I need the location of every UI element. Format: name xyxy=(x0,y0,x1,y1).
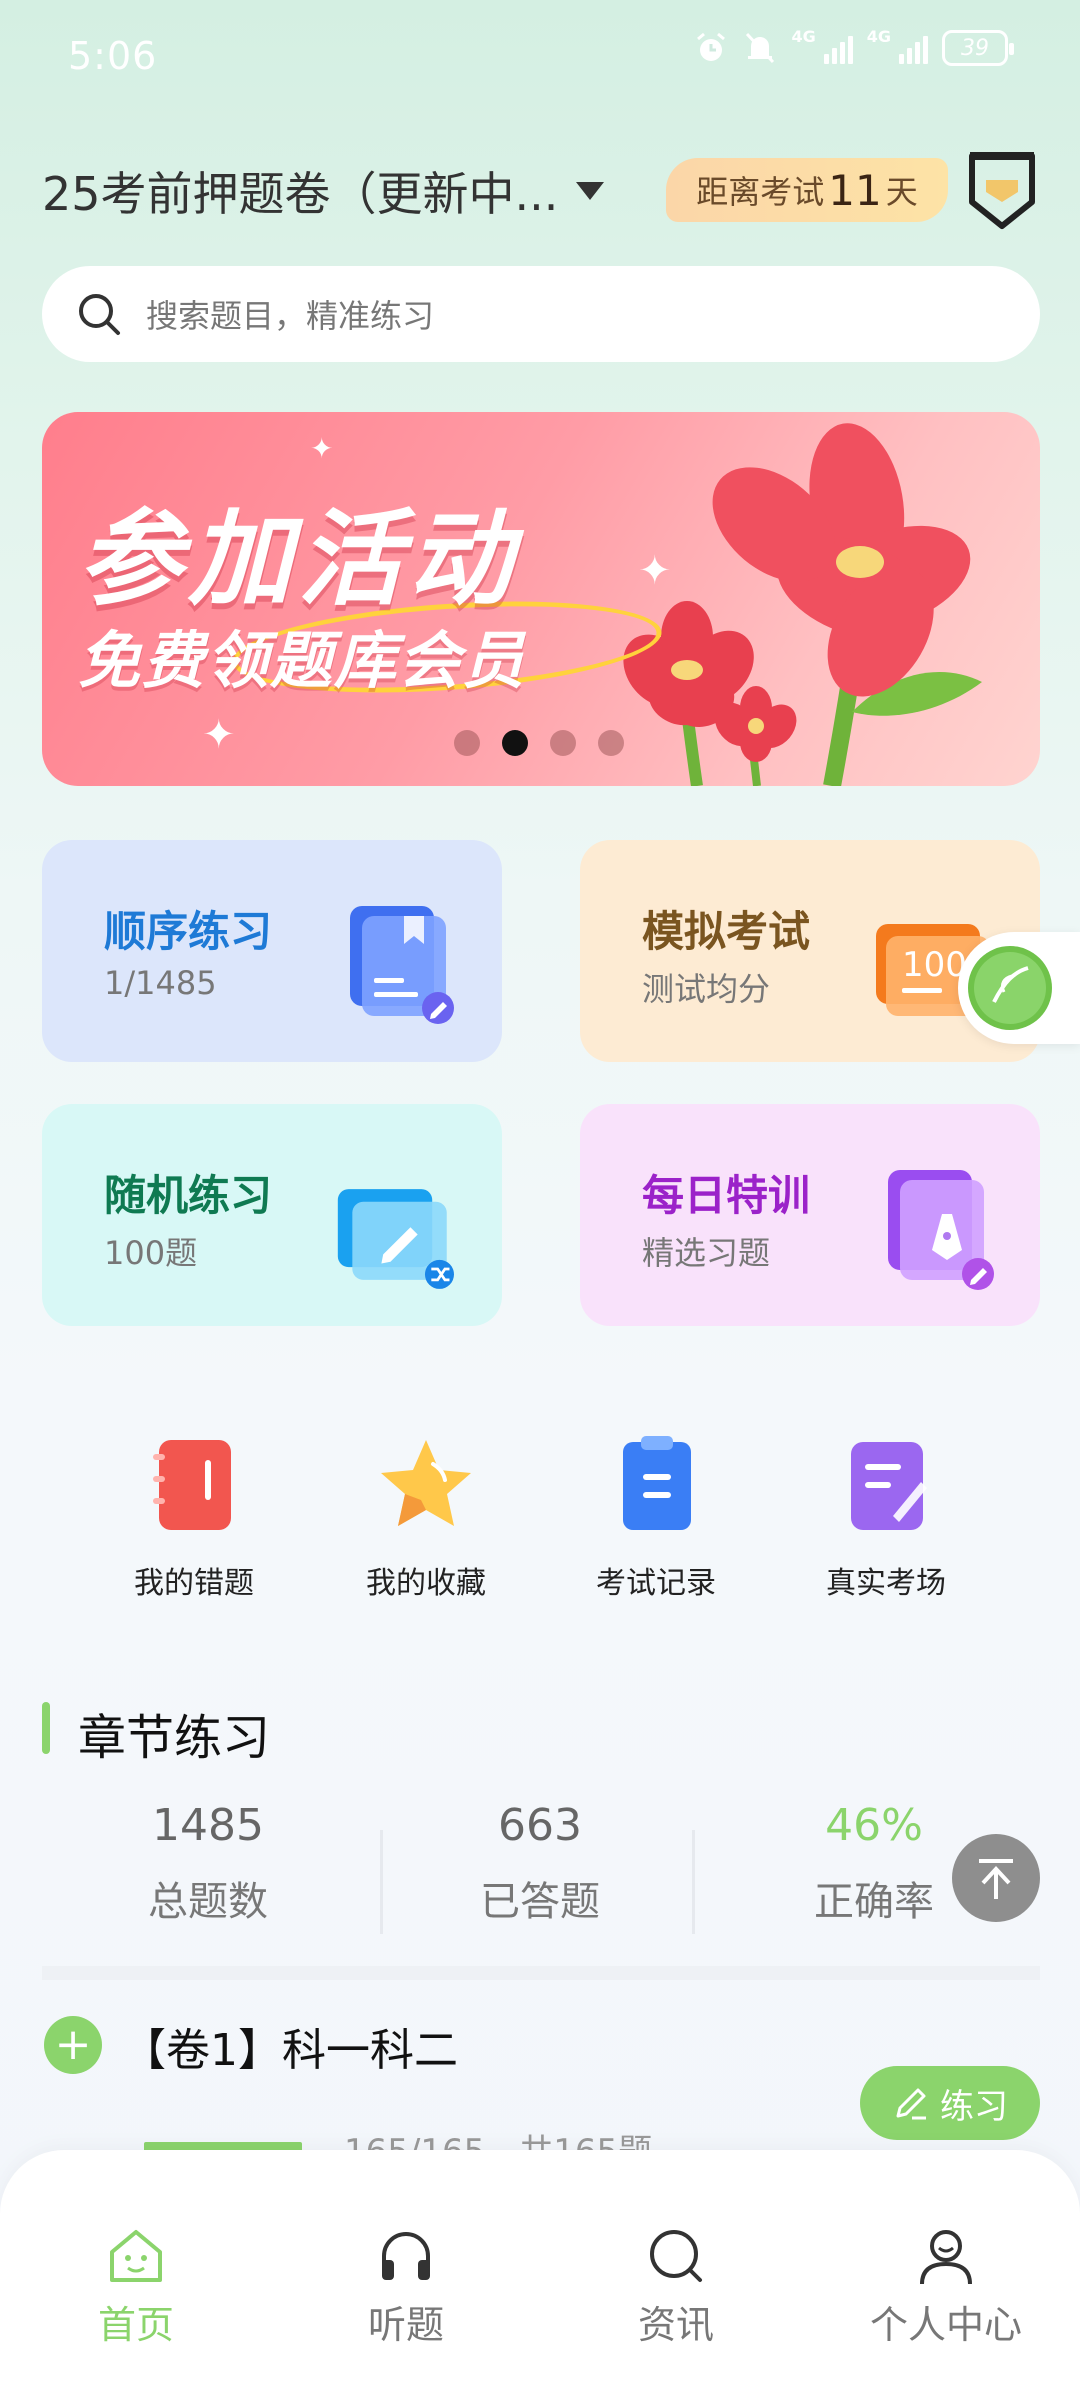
pen-document-icon xyxy=(888,1170,994,1290)
quick-action-label: 真实考场 xyxy=(826,1566,946,1601)
card-subtitle: 精选习题 xyxy=(642,1234,771,1272)
home-icon xyxy=(110,2230,162,2282)
section-divider xyxy=(42,1966,1040,1980)
promo-banner[interactable]: 参加活动 免费领题库会员 ✦ ✦ ✦ xyxy=(42,412,1040,786)
card-subtitle: 1/1485 xyxy=(104,964,217,1002)
sparkle-icon: ✦ xyxy=(310,432,334,465)
carousel-indicator[interactable] xyxy=(454,730,624,756)
leaf-avatar-icon xyxy=(968,946,1052,1030)
status-icons: 4G 4G 39 xyxy=(693,27,1014,66)
quick-action-label: 考试记录 xyxy=(596,1566,716,1601)
chapter-item-title[interactable]: 【卷1】科一科二 xyxy=(122,2014,458,2078)
alarm-icon xyxy=(697,32,726,61)
card-title: 每日特训 xyxy=(642,1171,811,1220)
card-subtitle: 100题 xyxy=(104,1234,198,1272)
real-exam-room-button[interactable]: 真实考场 xyxy=(786,1430,986,1602)
back-to-top-button[interactable] xyxy=(952,1834,1040,1922)
badge-shield-icon[interactable] xyxy=(966,150,1038,232)
stat-label: 总题数 xyxy=(148,1879,268,1925)
nav-home[interactable]: 首页 xyxy=(36,2226,236,2349)
exam-countdown-badge: 距离考试 11 天 xyxy=(666,158,948,222)
favorites-button[interactable]: 我的收藏 xyxy=(326,1430,526,1602)
nav-label: 个人中心 xyxy=(869,2303,1022,2347)
wrong-questions-button[interactable]: 我的错题 xyxy=(94,1430,294,1602)
bookmark-book-icon xyxy=(350,906,454,1024)
practice-button[interactable]: 练习 xyxy=(860,2066,1040,2140)
nav-label: 首页 xyxy=(97,2303,174,2347)
network-type-2: 4G xyxy=(866,27,891,46)
card-title: 顺序练习 xyxy=(104,907,273,956)
stat-answered: 663 已答题 xyxy=(420,1800,660,1927)
daily-training-card[interactable]: 每日特训 精选习题 xyxy=(580,1104,1040,1326)
headphones-icon xyxy=(382,2232,430,2280)
sparkle-icon: ✦ xyxy=(638,548,672,594)
section-accent-bar xyxy=(42,1702,50,1754)
nav-label: 听题 xyxy=(367,2303,444,2347)
carousel-dot[interactable] xyxy=(598,730,624,756)
countdown-days: 11 xyxy=(828,165,882,215)
exam-records-button[interactable]: 考试记录 xyxy=(556,1430,756,1602)
pencil-icon xyxy=(896,2088,926,2120)
sequential-practice-card[interactable]: 顺序练习 1/1485 xyxy=(42,840,502,1062)
question-bank-selector[interactable]: 25考前押题卷（更新中... xyxy=(42,158,605,224)
stat-total: 1485 总题数 xyxy=(88,1800,328,1927)
clipboard-icon xyxy=(623,1436,691,1530)
network-type-1: 4G xyxy=(791,27,816,46)
stat-divider xyxy=(380,1830,383,1934)
flower-illustration xyxy=(623,423,982,786)
status-time: 5:06 xyxy=(68,34,158,78)
banner-subtitle: 免费领题库会员 xyxy=(78,624,527,697)
arrow-up-icon xyxy=(979,1859,1013,1899)
battery-level: 39 xyxy=(961,35,989,61)
carousel-dot[interactable] xyxy=(550,730,576,756)
user-icon xyxy=(920,2230,972,2285)
notebook-icon xyxy=(153,1440,231,1530)
search-icon xyxy=(79,294,120,335)
expand-plus-icon[interactable]: + xyxy=(44,2016,102,2074)
section-title: 章节练习 xyxy=(78,1710,271,1766)
nav-profile[interactable]: 个人中心 xyxy=(846,2226,1046,2349)
stat-value: 46% xyxy=(825,1800,923,1851)
nav-listen[interactable]: 听题 xyxy=(306,2226,506,2349)
practice-button-label: 练习 xyxy=(940,2086,1008,2127)
mute-icon xyxy=(746,32,775,64)
signal-icon-2 xyxy=(899,32,928,64)
search-icon xyxy=(650,2230,702,2282)
stat-value: 1485 xyxy=(152,1800,264,1851)
banner-title: 参加活动 xyxy=(78,498,519,620)
caret-down-icon xyxy=(576,182,605,200)
quick-action-label: 我的收藏 xyxy=(366,1566,486,1601)
question-bank-title: 25考前押题卷（更新中... xyxy=(42,167,559,221)
stat-divider xyxy=(692,1830,695,1934)
nav-label: 资讯 xyxy=(637,2303,714,2347)
signal-icon xyxy=(823,32,853,64)
search-bar[interactable]: 搜索题目，精准练习 xyxy=(42,266,1040,362)
card-title: 随机练习 xyxy=(104,1171,273,1220)
battery-icon: 39 xyxy=(942,30,1014,66)
floating-activity-badge[interactable] xyxy=(958,932,1080,1044)
star-icon xyxy=(381,1440,471,1526)
shuffle-edit-icon xyxy=(337,1189,454,1289)
countdown-prefix: 距离考试 xyxy=(696,173,825,211)
sparkle-icon: ✦ xyxy=(202,712,236,758)
stat-label: 已答题 xyxy=(480,1879,600,1925)
carousel-dot[interactable] xyxy=(454,730,480,756)
countdown-suffix: 天 xyxy=(885,173,918,211)
carousel-dot-active[interactable] xyxy=(502,730,528,756)
random-practice-card[interactable]: 随机练习 100题 xyxy=(42,1104,502,1326)
svg-text:100: 100 xyxy=(902,945,967,985)
quick-action-label: 我的错题 xyxy=(134,1566,254,1601)
card-subtitle: 测试均分 xyxy=(642,970,771,1008)
exam-paper-icon xyxy=(851,1442,927,1530)
stat-value: 663 xyxy=(498,1800,582,1851)
nav-news[interactable]: 资讯 xyxy=(576,2226,776,2349)
card-title: 模拟考试 xyxy=(642,907,811,956)
search-placeholder: 搜索题目，精准练习 xyxy=(146,297,435,335)
